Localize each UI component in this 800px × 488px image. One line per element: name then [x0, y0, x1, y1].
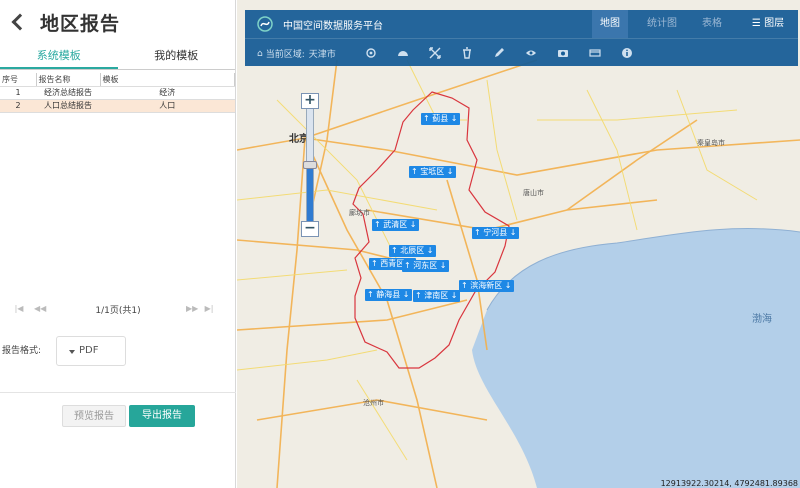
zoom-in-button[interactable]: + [301, 93, 319, 109]
city-label-tangshan: 唐山市 [523, 189, 544, 197]
camera-icon[interactable] [557, 47, 569, 59]
current-region: ⌂ 当前区域: 天津市 [257, 47, 336, 61]
map-view[interactable]: 北京 廊坊市 唐山市 沧州市 秦皇岛市 渤海 ↑ 蓟县 ↓ ↑ 宝坻区 ↓ ↑ … [237, 0, 800, 488]
district-marker-wuqing[interactable]: ↑ 武清区 ↓ [372, 219, 419, 231]
format-select[interactable]: PDF [56, 336, 126, 366]
pager: |◀ ◀◀ 1/1页(共1) ▶▶ ▶| [0, 299, 236, 319]
district-marker-baodi[interactable]: ↑ 宝坻区 ↓ [409, 166, 456, 178]
district-marker-beichen[interactable]: ↑ 北辰区 ↓ [389, 245, 436, 257]
district-label: 宝坻区 [420, 167, 445, 176]
map-canvas [237, 59, 800, 488]
toolbar-top: 中国空间数据服务平台 地图 统计图 表格 ☰ 图层 [245, 10, 798, 38]
trash-icon[interactable] [461, 47, 473, 59]
last-page-icon[interactable]: ▶| [204, 304, 214, 314]
cell-name: 经济总结报告 [36, 86, 100, 100]
dashboard-icon[interactable] [397, 47, 409, 59]
eye-icon[interactable] [525, 47, 537, 59]
district-label: 静海县 [376, 290, 401, 299]
map-toolbar: 中国空间数据服务平台 地图 统计图 表格 ☰ 图层 ⌂ 当前区域: 天津市 [245, 10, 798, 66]
district-marker-jizhou[interactable]: ↑ 蓟县 ↓ [421, 113, 460, 125]
template-tabs: 系统模板 我的模板 [0, 44, 235, 70]
table-row-selected[interactable]: 2 人口总结报告 人口 [0, 99, 235, 113]
caret-down-icon [69, 350, 75, 354]
next-page-icon[interactable]: ▶▶ [186, 304, 198, 314]
toolbar-bottom: ⌂ 当前区域: 天津市 [245, 38, 798, 66]
table-row[interactable]: 1 经济总结报告 经济 [0, 86, 235, 100]
zoom-out-button[interactable]: − [301, 221, 319, 237]
sea-label-bohai: 渤海 [752, 314, 772, 325]
district-marker-jinnan[interactable]: ↑ 津南区 ↓ [413, 290, 460, 302]
current-region-value: 天津市 [308, 50, 336, 60]
app-title: 中国空间数据服务平台 [283, 21, 383, 32]
format-label: 报告格式: [2, 346, 42, 356]
city-label-cangzhou: 沧州市 [363, 399, 384, 407]
col-header-no: 序号 [0, 73, 37, 87]
platform-logo-icon [257, 16, 273, 32]
district-label: 河东区 [413, 261, 438, 270]
tab-my-templates[interactable]: 我的模板 [118, 44, 236, 69]
zoom-slider-handle[interactable] [303, 161, 317, 169]
cell-no: 1 [0, 86, 36, 100]
fullscreen-icon[interactable] [429, 47, 441, 59]
district-marker-jinghai[interactable]: ↑ 静海县 ↓ [365, 289, 412, 301]
export-report-button[interactable]: 导出报告 [129, 405, 195, 427]
city-label-langfang: 廊坊市 [349, 209, 370, 217]
city-label-qinhuangdao: 秦皇岛市 [697, 139, 725, 147]
cell-template: 经济 [100, 86, 235, 100]
format-row: 报告格式: PDF [2, 336, 126, 366]
menu-icon: ☰ [751, 18, 761, 29]
zoom-slider-fill [307, 165, 313, 221]
current-region-label: 当前区域: [265, 50, 305, 60]
page-title: 地区报告 [40, 12, 121, 35]
cell-name: 人口总结报告 [36, 99, 100, 113]
coordinate-readout: 12913922.30214, 4792481.89368 [660, 479, 798, 488]
cell-no: 2 [0, 99, 36, 113]
nav-statistics[interactable]: 统计图 [639, 10, 685, 38]
back-arrow-icon[interactable] [8, 11, 30, 33]
col-header-template: 模板 [100, 73, 235, 87]
nav-map[interactable]: 地图 [592, 10, 628, 38]
district-label: 宁河县 [483, 228, 508, 237]
district-label: 蓟县 [432, 114, 449, 123]
table-header-row: 序号 报告名称 模板 [0, 73, 235, 87]
nav-table[interactable]: 表格 [697, 10, 727, 38]
district-label: 津南区 [424, 291, 449, 300]
district-label: 滨海新区 [470, 281, 503, 290]
region-icon: ⌂ [257, 48, 263, 59]
pencil-icon[interactable] [493, 47, 505, 59]
preview-report-button[interactable]: 预览报告 [62, 405, 126, 427]
district-label: 武清区 [383, 220, 408, 229]
format-value: PDF [79, 345, 99, 356]
page-info: 1/1页(共1) [95, 305, 141, 316]
divider [0, 392, 236, 393]
district-marker-hedong[interactable]: ↑ 河东区 ↓ [402, 260, 449, 272]
info-icon[interactable] [621, 47, 633, 59]
locate-icon[interactable] [365, 47, 377, 59]
col-header-name: 报告名称 [36, 73, 101, 87]
district-label: 西青区 [380, 259, 405, 268]
district-marker-ninghe[interactable]: ↑ 宁河县 ↓ [472, 227, 519, 239]
district-label: 北辰区 [400, 246, 425, 255]
nav-layers[interactable]: ☰ 图层 [741, 10, 795, 38]
tab-system-templates[interactable]: 系统模板 [0, 44, 118, 69]
panel-header: 地区报告 [0, 0, 235, 44]
card-icon[interactable] [589, 47, 601, 59]
cell-template: 人口 [100, 99, 235, 113]
report-table: 序号 报告名称 模板 1 经济总结报告 经济 2 人口总结报告 人口 [0, 73, 235, 113]
district-marker-binhai[interactable]: ↑ 滨海新区 ↓ [459, 280, 514, 292]
zoom-slider[interactable] [303, 109, 317, 221]
nav-layers-label: 图层 [764, 18, 785, 29]
report-panel: 地区报告 系统模板 我的模板 序号 报告名称 模板 1 经济总结报告 经济 2 … [0, 0, 236, 488]
